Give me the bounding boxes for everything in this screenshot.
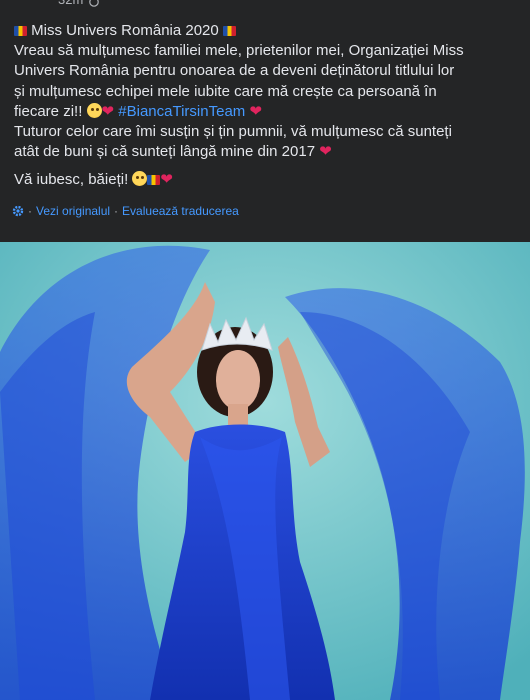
post-title: Miss Univers România 2020	[31, 22, 219, 39]
post-message: Miss Univers România 2020 Vreau să mulțu…	[14, 21, 514, 191]
romania-flag-icon	[147, 175, 161, 186]
post-header: 32m	[0, 0, 530, 14]
message-line: și mulțumesc echipei mele iubite care mă…	[14, 82, 437, 100]
message-line: Univers România pentru onoarea de a deve…	[14, 62, 455, 80]
red-heart-icon: ❤	[101, 102, 115, 120]
facebook-post: 32m Miss Univers România 2020 Vreau să m…	[0, 0, 530, 700]
message-line: atât de buni și că sunteți lângă mine di…	[14, 142, 514, 162]
rate-translation-link[interactable]: Evaluează traducerea	[122, 204, 239, 218]
translation-bar: · Vezi originalul · Evaluează traducerea	[12, 204, 239, 218]
post-time[interactable]: 32m	[58, 0, 83, 7]
message-text: Vă iubesc, băieți!	[14, 171, 129, 189]
message-text: fiecare zi!!	[14, 102, 83, 120]
model-face	[216, 350, 260, 410]
pleading-face-icon	[132, 171, 148, 187]
post-photo[interactable]	[0, 242, 530, 700]
pleading-face-icon	[86, 102, 102, 118]
message-text: atât de buni și că sunteți lângă mine di…	[14, 143, 316, 161]
hashtag-link[interactable]: #BiancaTirsinTeam	[118, 103, 245, 120]
separator: ·	[114, 204, 119, 218]
red-heart-icon: ❤	[249, 102, 263, 120]
post-title-line: Miss Univers România 2020	[14, 21, 514, 41]
message-line: Tuturor celor care îmi susțin și țin pum…	[14, 123, 452, 141]
red-heart-icon: ❤	[160, 171, 173, 189]
message-line: Vreau să mulțumesc familiei mele, priete…	[14, 42, 464, 60]
message-line: Vă iubesc, băieți! ❤	[14, 170, 514, 190]
message-line: fiecare zi!! ❤ #BiancaTirsinTeam ❤	[14, 102, 514, 122]
romania-flag-icon	[222, 26, 236, 36]
romania-flag-icon	[14, 26, 27, 36]
see-original-link[interactable]: Vezi originalul	[36, 204, 110, 218]
separator: ·	[28, 204, 32, 218]
red-heart-icon: ❤	[319, 143, 332, 161]
gear-icon	[12, 205, 24, 217]
post-meta: 32m	[58, 0, 100, 7]
globe-icon	[89, 0, 100, 7]
